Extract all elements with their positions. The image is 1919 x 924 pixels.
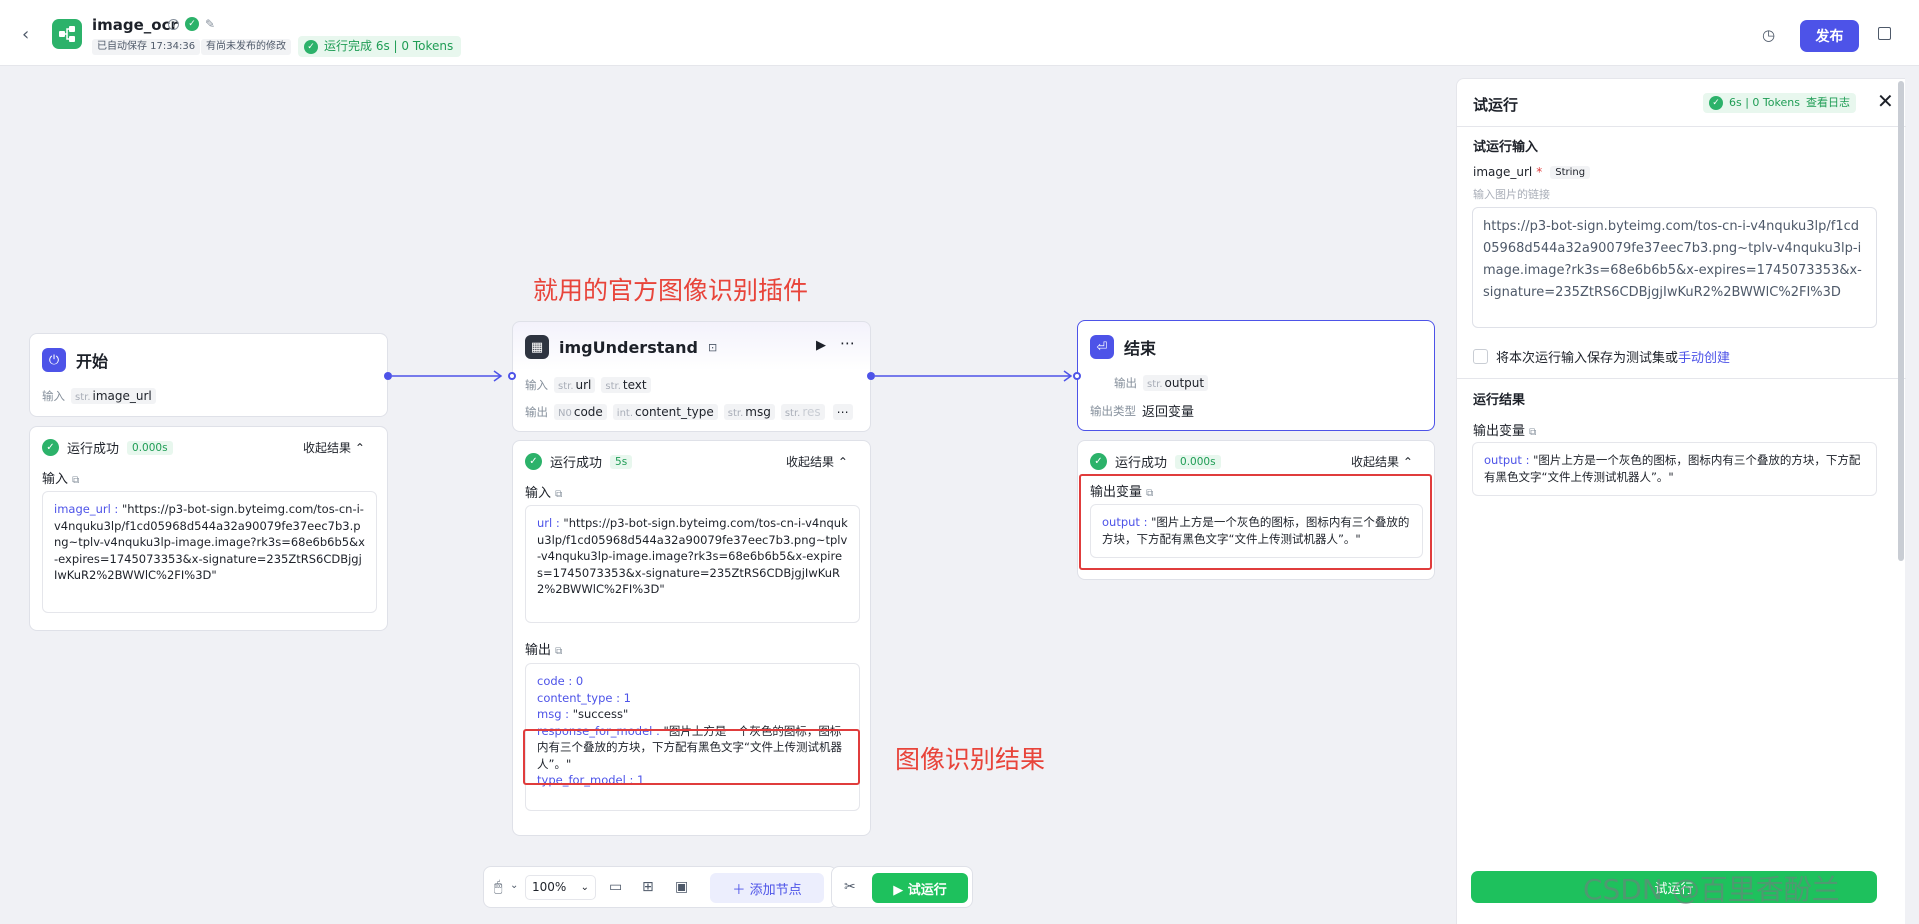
mouse-mode-icon[interactable]: 🖱 — [494, 879, 502, 895]
comment-icon[interactable]: ▭ — [609, 879, 622, 895]
start-title: 开始 — [76, 352, 109, 371]
view-log-link[interactable]: 查看日志 — [1806, 93, 1850, 113]
run-toolbar: ✂ ▶ 试运行 — [831, 866, 973, 908]
panel-scrollbar[interactable] — [1898, 81, 1904, 561]
canvas-toolbar: 🖱 ⌄ 100% ⌄ ▭ ⊞ ▣ ＋ 添加节点 — [483, 866, 837, 908]
start-icon: ⏻ — [42, 348, 66, 372]
copy-icon: ⧉ — [1529, 427, 1537, 438]
result-note: 图像识别结果 — [895, 745, 1046, 774]
test-input-heading: 试运行输入 — [1473, 140, 1539, 155]
param-chip: str. image_url — [71, 388, 156, 404]
end-node[interactable]: ⏎ 结束 输出 str. output 输出类型 返回变量 — [1077, 320, 1435, 431]
end-in-port[interactable] — [1073, 372, 1081, 380]
highlight-box-response — [523, 729, 860, 785]
plugin-image-icon: ▦ — [525, 335, 549, 359]
plus-icon: ＋ — [732, 882, 750, 898]
minimap-icon[interactable]: ▣ — [675, 879, 688, 895]
collapse-result-button[interactable]: 收起结果 ⌃ — [786, 453, 848, 470]
success-check-icon: ✓ — [42, 439, 59, 456]
zoom-select[interactable]: 100% ⌄ — [525, 875, 596, 900]
panel-title: 试运行 — [1473, 96, 1519, 114]
play-icon: ▶ — [893, 882, 908, 898]
panel-output-box: output : "图片上方是一个灰色的图标，图标内有三个叠放的方块，下方配有黑… — [1472, 442, 1877, 496]
chevron-down-icon: ⌄ — [580, 882, 589, 893]
wrench-icon[interactable]: ✂ — [844, 879, 856, 895]
start-result-panel: ✓ 运行成功 0.000s 收起结果 ⌃ 输入 ⧉ image_url : "h… — [29, 426, 388, 631]
success-check-icon: ✓ — [1090, 453, 1107, 470]
copy-icon: ⧉ — [555, 646, 563, 657]
test-run-panel: 试运行 ✓ 6s | 0 Tokens 查看日志 ✕ 试运行输入 image_u… — [1456, 78, 1906, 924]
collapse-result-button[interactable]: 收起结果 ⌃ — [1351, 453, 1413, 470]
add-node-button[interactable]: ＋ 添加节点 — [710, 873, 824, 903]
collapse-result-button[interactable]: 收起结果 ⌃ — [303, 439, 365, 456]
save-testset-checkbox[interactable] — [1473, 349, 1488, 364]
input-section-label: 输入 ⧉ — [42, 472, 80, 487]
end-title: 结束 — [1124, 339, 1157, 358]
run-result-heading: 运行结果 — [1473, 393, 1526, 408]
end-icon: ⏎ — [1090, 335, 1114, 359]
layout-icon[interactable]: ⊞ — [642, 879, 654, 895]
close-icon[interactable]: ✕ — [1877, 89, 1894, 113]
success-check-icon: ✓ — [525, 453, 542, 470]
start-out-port[interactable] — [384, 372, 392, 380]
img-in-port[interactable] — [508, 372, 516, 380]
copy-icon: ⧉ — [555, 489, 563, 500]
badge-icon: ⊡ — [708, 340, 718, 354]
highlight-box-output — [1079, 474, 1432, 570]
image-url-input[interactable]: https://p3-bot-sign.byteimg.com/tos-cn-i… — [1472, 207, 1877, 328]
panel-status-badge: ✓ 6s | 0 Tokens 查看日志 — [1703, 93, 1856, 113]
success-check-icon: ✓ — [1709, 96, 1723, 110]
start-node[interactable]: ⏻ 开始 输入 str. image_url — [29, 333, 388, 417]
test-run-button[interactable]: ▶ 试运行 — [872, 873, 968, 903]
img-node-title: imgUnderstand — [559, 337, 698, 357]
img-out-port[interactable] — [867, 372, 875, 380]
run-node-icon[interactable]: ▶ — [816, 338, 826, 353]
copy-icon: ⧉ — [72, 475, 80, 486]
img-understand-node[interactable]: ▦ imgUnderstand ⊡ ▶ ⋯ 输入 str. url str. tex… — [512, 321, 871, 432]
start-input-box: image_url : "https://p3-bot-sign.byteimg… — [42, 491, 377, 613]
plugin-note: 就用的官方图像识别插件 — [533, 276, 809, 305]
img-input-box: url : "https://p3-bot-sign.byteimg.com/t… — [525, 505, 860, 623]
more-outputs-icon[interactable]: ⋯ — [832, 404, 853, 420]
more-icon[interactable]: ⋯ — [840, 334, 855, 352]
watermark: CSDN @百里香酚兰 — [1583, 873, 1840, 906]
manual-create-link[interactable]: 手动创建 — [1678, 347, 1730, 366]
chevron-down-icon[interactable]: ⌄ — [510, 880, 518, 891]
